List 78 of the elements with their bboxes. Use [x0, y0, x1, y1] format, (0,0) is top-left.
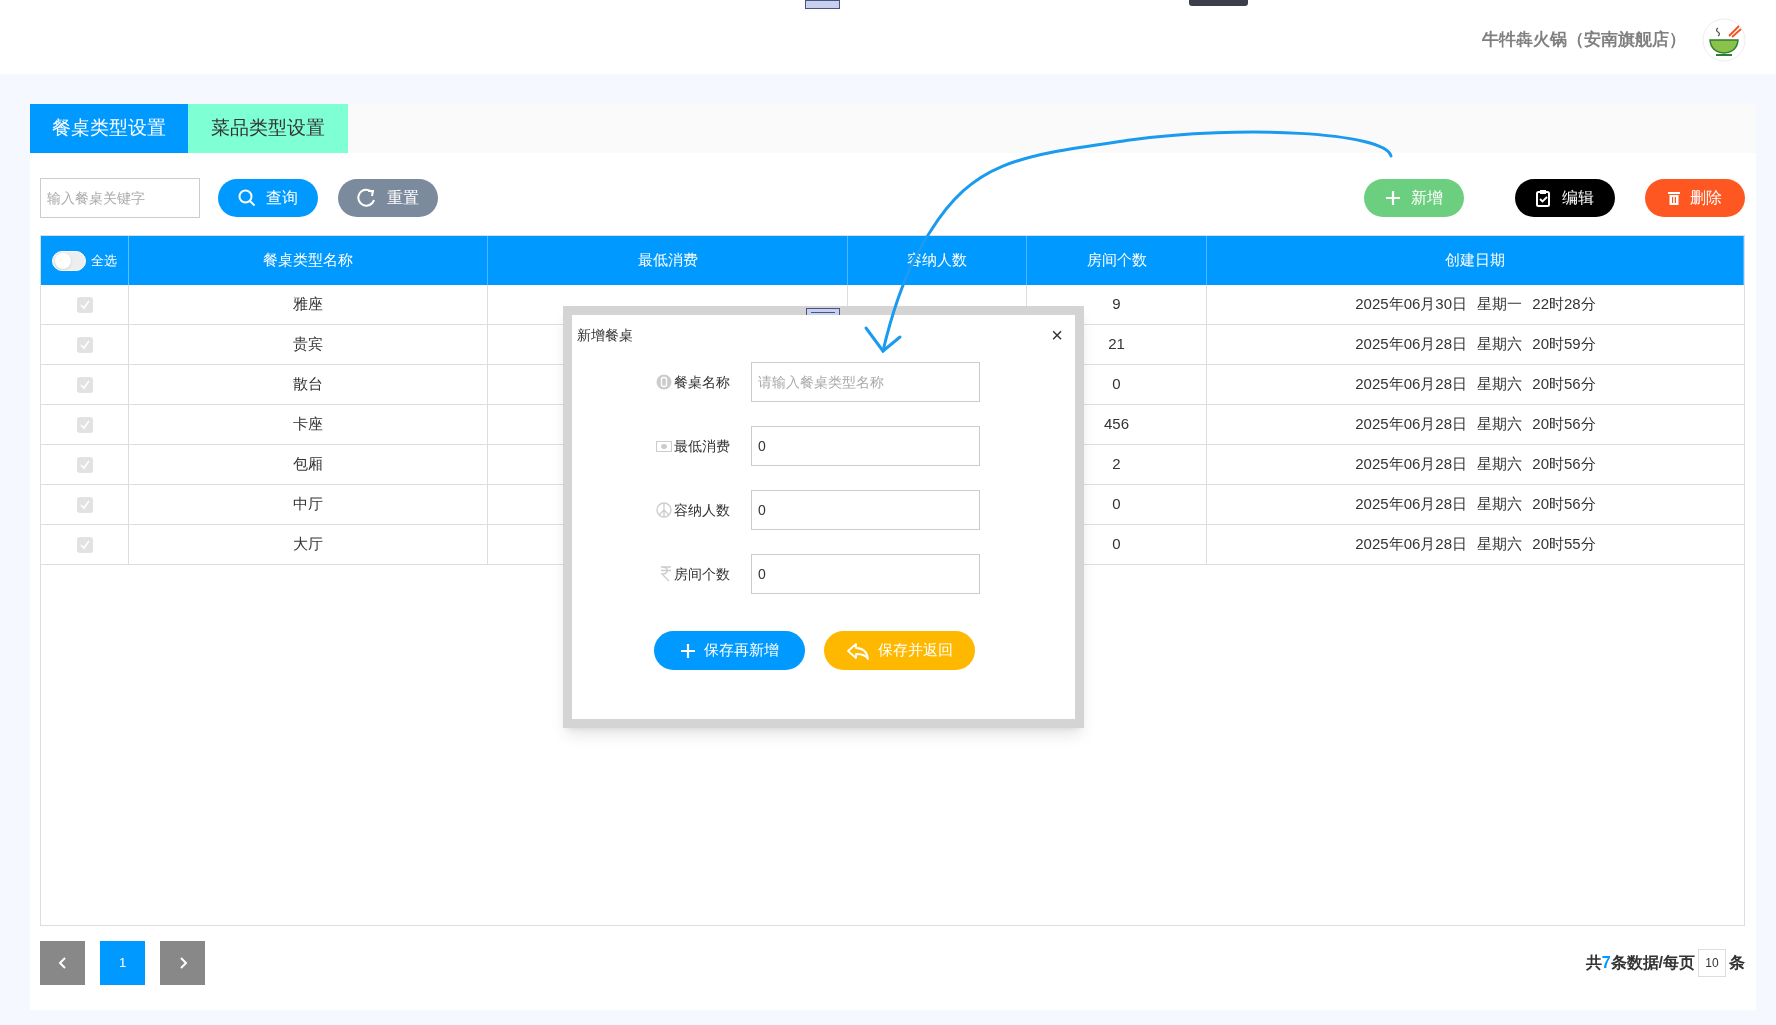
handle-icon — [805, 0, 840, 9]
table-cell-text: 2025年06月28日 星期六 20时56分 — [1355, 494, 1596, 515]
table-cell-text: 2025年06月28日 星期六 20时59分 — [1355, 334, 1596, 355]
table-cell-text: 0 — [1112, 534, 1121, 555]
search-field[interactable]: 输入餐桌关键字 — [40, 178, 200, 218]
previous-page-button[interactable] — [40, 941, 85, 985]
table-cell-text: 2025年06月30日 星期一 22时28分 — [1355, 294, 1596, 315]
field-label: 最低消费 — [674, 436, 730, 456]
delete-button[interactable]: 删除 — [1645, 179, 1745, 217]
table-cell-text: 2025年06月28日 星期六 20时55分 — [1355, 534, 1596, 555]
page-size-field[interactable]: 10 — [1698, 949, 1726, 977]
total-count: 7 — [1601, 953, 1611, 973]
field-label: 房间个数 — [674, 564, 730, 584]
reply-icon — [846, 641, 870, 660]
dialog-title: 新增餐桌 — [577, 325, 633, 345]
plus-icon — [680, 642, 696, 659]
input-field[interactable]: 0 — [751, 426, 980, 466]
field-label: 容纳人数 — [674, 500, 730, 520]
page-button[interactable]: 1 — [100, 941, 145, 985]
table-cell-text: 2025年06月28日 星期六 20时56分 — [1355, 374, 1596, 395]
reset-button[interactable]: 重置 — [338, 179, 438, 217]
tab[interactable]: 菜品类型设置 — [188, 104, 348, 153]
column-header: 最低消费 — [488, 236, 848, 285]
trash-icon — [1668, 191, 1680, 205]
column-header: 房间个数 — [1027, 236, 1207, 285]
total-suffix: 条数据/每页 — [1610, 953, 1695, 973]
table-cell-text: 9 — [1112, 294, 1121, 315]
table-cell-text: 0 — [1112, 494, 1121, 515]
hotpot-logo — [1702, 18, 1746, 62]
table-cell-text: 2025年06月28日 星期六 20时56分 — [1355, 454, 1596, 475]
input-field[interactable]: 0 — [751, 490, 980, 530]
row-checkbox[interactable] — [76, 416, 93, 433]
total-prefix: 共 — [1585, 953, 1602, 973]
field-label: 餐桌名称 — [674, 372, 730, 392]
refresh-icon — [357, 188, 377, 208]
table-cell-text: 贵宾 — [293, 334, 323, 355]
table-cell-text: 雅座 — [293, 294, 323, 315]
table-cell-text: 21 — [1108, 334, 1125, 355]
chevron-right-icon — [177, 957, 188, 969]
row-checkbox[interactable] — [76, 336, 93, 353]
strip-icon — [1189, 0, 1248, 6]
badge-icon — [656, 374, 672, 390]
add-button[interactable]: 新增 — [1364, 179, 1464, 217]
table-cell-text: 卡座 — [293, 414, 323, 435]
column-header: 创建日期 — [1207, 236, 1744, 285]
banknote-icon — [656, 440, 672, 452]
row-checkbox[interactable] — [76, 496, 93, 513]
edit-button[interactable]: 编辑 — [1515, 179, 1615, 217]
close-button[interactable]: × — [1051, 325, 1063, 345]
table-cell-text: 456 — [1104, 414, 1129, 435]
row-checkbox[interactable] — [76, 296, 93, 313]
column-header: 餐桌类型名称 — [129, 236, 488, 285]
page-size-unit: 条 — [1729, 953, 1745, 973]
search-icon — [238, 189, 256, 207]
next-page-button[interactable] — [160, 941, 205, 985]
table-cell-text: 大厅 — [293, 534, 323, 555]
select-all-toggle[interactable] — [52, 250, 86, 271]
peace-icon — [656, 502, 672, 518]
tab[interactable]: 餐桌类型设置 — [30, 104, 188, 153]
row-checkbox[interactable] — [76, 376, 93, 393]
rupee-icon — [660, 566, 672, 582]
table-cell-text: 0 — [1112, 374, 1121, 395]
search-button[interactable]: 查询 — [218, 179, 318, 217]
table-cell-text: 中厅 — [293, 494, 323, 515]
clipboard-icon — [1536, 189, 1552, 207]
input-field[interactable]: 请输入餐桌类型名称 — [751, 362, 980, 402]
input-field[interactable]: 0 — [751, 554, 980, 594]
table-cell-text: 包厢 — [293, 454, 323, 475]
chevron-left-icon — [57, 957, 68, 969]
table-cell-text: 2025年06月28日 星期六 20时56分 — [1355, 414, 1596, 435]
row-checkbox[interactable] — [76, 536, 93, 553]
table-cell-text: 散台 — [293, 374, 323, 395]
plus-icon — [1385, 190, 1401, 206]
save-and-new-button[interactable]: 保存再新增 — [654, 631, 805, 670]
table-cell-text: 2 — [1112, 454, 1121, 475]
row-checkbox[interactable] — [76, 456, 93, 473]
store-name: 牛牪犇火锅（安南旗舰店） — [1482, 29, 1686, 52]
select-all-label: 全选 — [91, 251, 117, 270]
